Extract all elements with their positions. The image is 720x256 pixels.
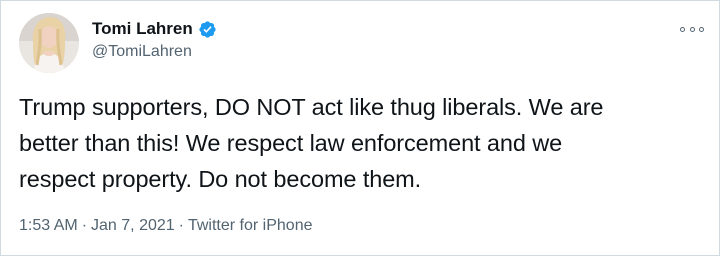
tweet-text-line: Trump supporters, DO NOT act like thug l… <box>19 94 604 120</box>
tweet-meta: 1:53 AM · Jan 7, 2021 · Twitter for iPhone <box>19 217 312 235</box>
meta-separator: · <box>178 217 184 234</box>
verified-badge-icon <box>198 20 217 39</box>
avatar[interactable] <box>19 13 79 73</box>
more-dot <box>689 26 695 32</box>
tweet-date[interactable]: Jan 7, 2021 <box>91 217 175 234</box>
tweet-source[interactable]: Twitter for iPhone <box>188 217 313 234</box>
more-horizontal-icon[interactable] <box>680 22 704 36</box>
more-dot <box>699 26 704 32</box>
tweet-card: Tomi Lahren @TomiLahren Trump supporters… <box>0 0 720 256</box>
name-row: Tomi Lahren <box>92 18 217 40</box>
tweet-text-line: better than this! We respect law enforce… <box>19 130 563 156</box>
display-name[interactable]: Tomi Lahren <box>92 19 193 39</box>
profile-photo-icon <box>19 13 79 73</box>
tweet-text: Trump supporters, DO NOT act like thug l… <box>19 89 709 197</box>
meta-separator: · <box>81 217 88 234</box>
author-block: Tomi Lahren @TomiLahren <box>92 18 217 61</box>
more-dot <box>680 26 685 32</box>
user-handle[interactable]: @TomiLahren <box>92 43 217 61</box>
tweet-text-line: respect property. Do not become them. <box>19 166 422 192</box>
tweet-time[interactable]: 1:53 AM <box>19 217 78 234</box>
